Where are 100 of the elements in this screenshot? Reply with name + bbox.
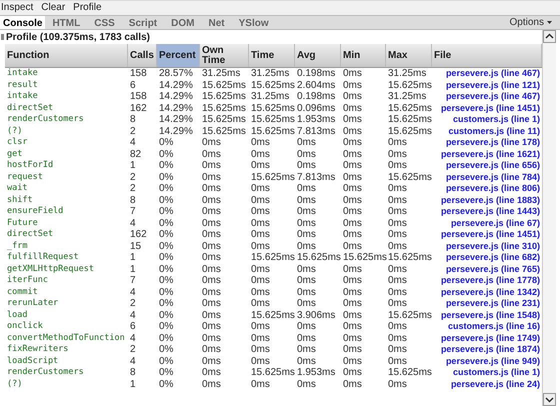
avg-cell-text: 0ms — [296, 206, 317, 218]
file-link[interactable]: persevere.js (line 1443) — [432, 206, 542, 218]
avg-cell-text: 0ms — [296, 229, 317, 240]
calls-cell-text: 4 — [129, 218, 137, 229]
column-header[interactable]: Own Time — [200, 44, 249, 67]
file-link[interactable]: persevere.js (line 656) — [432, 160, 542, 172]
own-time-cell-text: 0ms — [201, 137, 222, 148]
file-link[interactable]: persevere.js (line 1548) — [432, 310, 542, 321]
time-cell-text: 15.625ms — [250, 114, 295, 126]
file-link[interactable]: persevere.js (line 1451) — [432, 229, 542, 240]
file-link[interactable]: persevere.js (line 1778) — [432, 275, 542, 286]
time-cell-text: 0ms — [250, 332, 271, 344]
function-cell-text: (?) — [6, 126, 24, 137]
percent-cell-text: 0% — [158, 286, 174, 298]
percent-cell-text: 0% — [158, 367, 174, 378]
own-time-cell-text: 15.625ms — [201, 91, 247, 102]
own-time-cell-text: 0ms — [201, 356, 222, 367]
file-link[interactable]: persevere.js (line 310) — [432, 240, 542, 252]
calls-cell-text: 1 — [129, 378, 137, 390]
column-header[interactable]: Avg — [295, 44, 341, 67]
time-cell-text: 0ms — [250, 160, 271, 172]
panel-tab[interactable]: HTML — [45, 16, 88, 29]
calls-cell-text: 1 — [129, 252, 137, 264]
file-link[interactable]: persevere.js (line 1749) — [432, 332, 542, 344]
file-link[interactable]: customers.js (line 1) — [432, 114, 542, 126]
column-header[interactable]: Function — [5, 44, 128, 67]
scroll-up-icon[interactable] — [543, 30, 556, 43]
min-cell-text: 0ms — [342, 206, 363, 218]
scrollbar[interactable] — [542, 30, 556, 406]
max-cell-text: 15.625ms — [387, 367, 432, 378]
panel-tab[interactable]: CSS — [87, 16, 122, 29]
file-link[interactable]: persevere.js (line 178) — [432, 137, 542, 148]
file-link[interactable]: customers.js (line 11) — [432, 126, 542, 137]
min-cell-text: 0ms — [342, 298, 363, 310]
max-cell-text: 31.25ms — [387, 91, 428, 102]
calls-cell-text: 162 — [129, 102, 148, 114]
menu-item[interactable]: Profile — [73, 3, 102, 13]
percent-cell-text: 0% — [158, 148, 174, 160]
own-time-cell-text: 15.625ms — [201, 80, 247, 91]
percent-cell-text: 0% — [158, 218, 174, 229]
own-time-cell-text: 0ms — [201, 264, 222, 275]
menu-item[interactable]: Clear — [41, 3, 66, 13]
calls-cell-text: 158 — [129, 68, 148, 80]
file-link[interactable]: customers.js (line 16) — [432, 321, 542, 332]
percent-cell-text: 0% — [158, 321, 174, 332]
column-header[interactable]: Min — [341, 44, 386, 67]
file-link[interactable]: persevere.js (line 1874) — [432, 344, 542, 356]
min-cell-text: 15.625ms — [342, 252, 386, 264]
column-header[interactable]: Max — [386, 44, 432, 67]
options-button[interactable]: Options — [510, 16, 560, 29]
menu-item[interactable]: Inspect — [1, 3, 34, 13]
file-link[interactable]: persevere.js (line 1883) — [432, 194, 542, 206]
calls-cell-text: 82 — [129, 148, 142, 160]
file-link[interactable]: customers.js (line 1) — [432, 367, 542, 378]
function-cell-text: fulfillRequest — [6, 252, 80, 264]
file-link[interactable]: persevere.js (line 231) — [432, 298, 542, 310]
min-cell-text: 0ms — [342, 332, 363, 344]
file-link[interactable]: persevere.js (line 949) — [432, 356, 542, 367]
file-link[interactable]: persevere.js (line 121) — [432, 80, 542, 91]
calls-cell-text: 162 — [129, 229, 148, 240]
avg-cell-text: 0ms — [296, 286, 317, 298]
avg-cell-text: 0ms — [296, 344, 317, 356]
panel-tab[interactable]: DOM — [164, 16, 202, 29]
panel-tab[interactable]: Console — [0, 16, 46, 29]
time-cell-text: 15.625ms — [250, 126, 295, 137]
min-cell-text: 0ms — [342, 378, 363, 390]
file-link[interactable]: persevere.js (line 682) — [432, 252, 542, 264]
file-link[interactable]: persevere.js (line 765) — [432, 264, 542, 275]
file-link[interactable]: persevere.js (line 467) — [432, 91, 542, 102]
file-link[interactable]: persevere.js (line 784) — [432, 172, 542, 183]
avg-cell-text: 0ms — [296, 321, 317, 332]
file-link[interactable]: persevere.js (line 1451) — [432, 102, 542, 114]
avg-cell-text: 7.813ms — [296, 126, 336, 137]
column-header[interactable]: Percent — [157, 44, 200, 67]
column-header[interactable]: Time — [249, 44, 295, 67]
file-link[interactable]: persevere.js (line 806) — [432, 183, 542, 194]
calls-cell-text: 2 — [129, 183, 137, 194]
function-cell-text: onclick — [6, 321, 44, 332]
time-cell-text: 31.25ms — [250, 68, 290, 80]
min-cell-text: 0ms — [342, 137, 363, 148]
scroll-down-icon[interactable] — [543, 393, 556, 406]
min-cell-text: 0ms — [342, 183, 363, 194]
panel-tab[interactable]: YSlow — [232, 16, 276, 29]
file-link[interactable]: persevere.js (line 1342) — [432, 286, 542, 298]
file-link[interactable]: persevere.js (line 24) — [432, 378, 542, 390]
calls-cell-text: 2 — [129, 126, 137, 137]
avg-cell-text: 0.198ms — [296, 91, 336, 102]
file-link[interactable]: persevere.js (line 467) — [432, 68, 542, 80]
calls-cell-text: 7 — [129, 206, 137, 218]
file-link[interactable]: persevere.js (line 67) — [432, 218, 542, 229]
avg-cell-text: 0ms — [296, 160, 317, 172]
time-cell-text: 0ms — [250, 344, 271, 356]
file-link[interactable]: persevere.js (line 1621) — [432, 148, 542, 160]
avg-cell-text: 0ms — [296, 137, 317, 148]
avg-cell-text: 0ms — [296, 194, 317, 206]
own-time-cell-text: 0ms — [201, 160, 222, 172]
panel-tab[interactable]: Script — [122, 16, 164, 29]
percent-cell-text: 0% — [158, 206, 174, 218]
panel-tab[interactable]: Net — [201, 16, 232, 29]
function-cell-text: fixRewriters — [6, 344, 70, 356]
